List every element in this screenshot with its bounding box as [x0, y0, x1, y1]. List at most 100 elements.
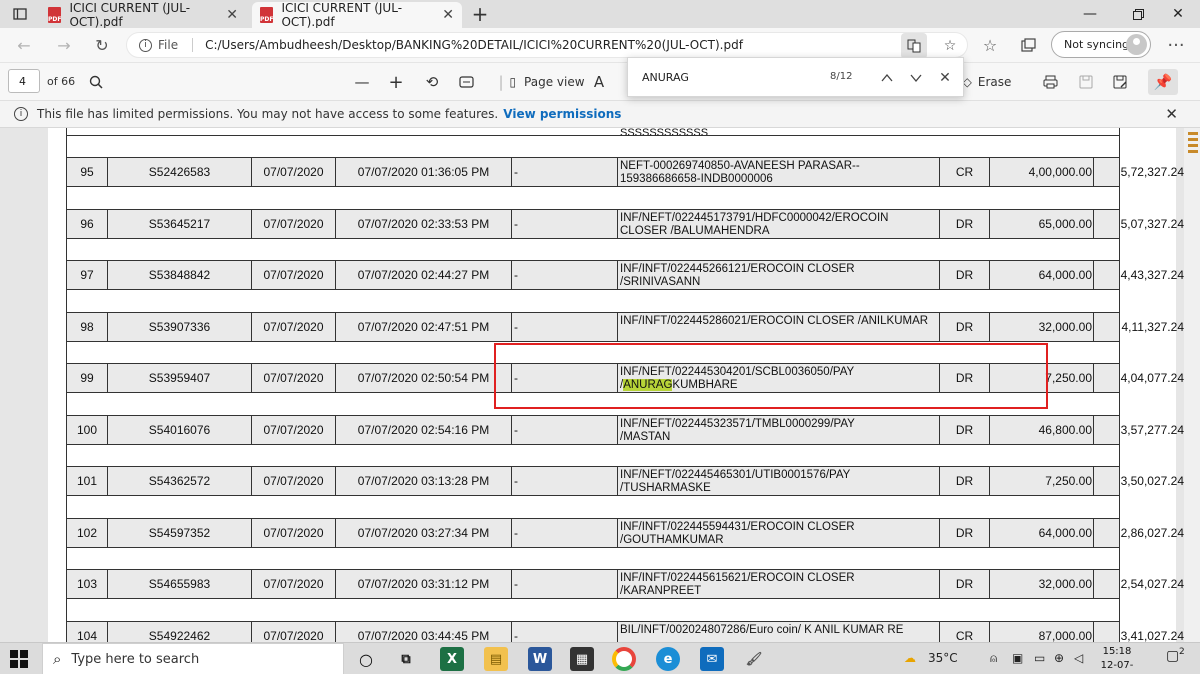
close-tab-icon[interactable]: ✕: [442, 7, 454, 23]
find-input[interactable]: ANURAG: [642, 71, 689, 84]
cortana-icon[interactable]: ○: [354, 647, 378, 671]
profile-sync-button[interactable]: Not syncing: [1051, 31, 1151, 58]
favorites-icon[interactable]: ☆: [976, 31, 1004, 59]
search-icon[interactable]: [84, 69, 108, 95]
minimize-button[interactable]: —: [1068, 0, 1112, 28]
browser-tab-1[interactable]: PDF ICICI CURRENT (JUL-OCT).pdf ✕: [40, 1, 246, 29]
pin-toolbar-icon[interactable]: 📌: [1148, 69, 1178, 95]
paint-icon[interactable]: 🖌: [742, 647, 766, 671]
transaction-id-cell: S53907336: [108, 313, 252, 341]
pdf-file-icon: PDF: [260, 7, 274, 23]
temperature[interactable]: 35°C: [928, 651, 958, 665]
forward-arrow-icon[interactable]: →: [50, 31, 78, 59]
cr-dr-cell: CR: [940, 158, 990, 186]
word-icon[interactable]: W: [528, 647, 552, 671]
erase-button[interactable]: ◇ Erase: [958, 69, 1016, 95]
notification-center-icon[interactable]: ▢: [1166, 648, 1179, 664]
avatar: [1126, 34, 1147, 55]
close-find-icon[interactable]: ✕: [934, 67, 956, 89]
fit-page-icon[interactable]: [454, 69, 478, 95]
battery-icon[interactable]: ▭: [1034, 651, 1045, 665]
address-input[interactable]: i File C:/Users/Ambudheesh/Desktop/BANKI…: [126, 32, 968, 59]
restore-button[interactable]: [1116, 0, 1160, 28]
find-next-icon[interactable]: [905, 67, 927, 89]
cheque-number-cell: -: [512, 210, 618, 238]
weather-icon[interactable]: ☁: [904, 651, 916, 665]
scrollbar-thumb[interactable]: [1186, 132, 1198, 642]
tab-strip: PDF ICICI CURRENT (JUL-OCT).pdf ✕ PDF IC…: [0, 0, 1200, 29]
serial-number-cell: 97: [67, 261, 108, 289]
balance-cell: 2,86,027.24: [1120, 526, 1184, 540]
save-icon[interactable]: [1074, 69, 1098, 95]
amount-cell: 32,000.00: [990, 313, 1094, 341]
task-view-icon[interactable]: ⧉: [394, 647, 418, 671]
clock-time: 15:18: [1102, 646, 1132, 657]
new-tab-button[interactable]: +: [466, 0, 494, 28]
close-window-button[interactable]: ✕: [1156, 0, 1200, 28]
zoom-in-icon[interactable]: +: [384, 69, 408, 95]
read-aloud-icon[interactable]: A: [592, 69, 606, 95]
read-aloud-icon[interactable]: [901, 33, 927, 59]
device-icon[interactable]: ▣: [1012, 651, 1023, 665]
page-number-input[interactable]: 4: [8, 69, 40, 93]
zoom-out-icon[interactable]: —: [350, 69, 374, 95]
cheque-number-cell: -: [512, 313, 618, 341]
clipped-remark-text: SSSSSSSSSSSS: [620, 128, 709, 139]
volume-icon[interactable]: ◁: [1074, 651, 1083, 665]
taskbar-search-input[interactable]: ⌕ Type here to search: [42, 643, 344, 674]
page-view-icon: ▯: [509, 75, 517, 89]
more-menu-icon[interactable]: ···: [1162, 31, 1190, 59]
notification-count: 2: [1179, 647, 1185, 657]
cheque-number-cell: -: [512, 158, 618, 186]
add-favorite-icon[interactable]: ☆: [935, 33, 965, 59]
clock[interactable]: 15:18 12-07-2021: [1092, 645, 1142, 674]
print-icon[interactable]: [1038, 69, 1062, 95]
separator: [192, 38, 194, 52]
remarks-cell: INF/INFT/022445286021/EROCOIN CLOSER /AN…: [618, 313, 940, 341]
mail-icon[interactable]: ✉: [700, 647, 724, 671]
transaction-datetime-cell: 07/07/2020 02:44:27 PM: [336, 261, 512, 289]
view-permissions-link[interactable]: View permissions: [503, 107, 621, 121]
chrome-icon[interactable]: [612, 647, 636, 671]
rotate-icon[interactable]: ⟲: [420, 69, 444, 95]
serial-number-cell: 98: [67, 313, 108, 341]
value-date-cell: 07/07/2020: [252, 467, 336, 495]
people-icon[interactable]: ⍝: [990, 651, 997, 666]
amount-cell: 64,000.00: [990, 261, 1094, 289]
tab-actions-icon[interactable]: [6, 0, 34, 28]
page-view-button[interactable]: ▯ Page view: [504, 69, 590, 95]
address-bar-row: ← → ↻ i File C:/Users/Ambudheesh/Desktop…: [0, 28, 1200, 62]
edge-icon[interactable]: e: [656, 647, 680, 671]
browser-tab-2[interactable]: PDF ICICI CURRENT (JUL-OCT).pdf ✕: [252, 1, 462, 29]
amount-cell: 64,000.00: [990, 519, 1094, 547]
pdf-toolbar: 4 of 66 — + ⟲ | ▯ Page view A ◇ Erase 📌: [0, 62, 1200, 100]
remarks-cell: INF/NEFT/022445173791/HDFC0000042/EROCOI…: [618, 210, 940, 238]
transaction-datetime-cell: 07/07/2020 02:50:54 PM: [336, 364, 512, 392]
search-placeholder: Type here to search: [71, 651, 200, 667]
table-row: 101 S54362572 07/07/2020 07/07/2020 03:13:2…: [66, 466, 1184, 496]
transaction-datetime-cell: 07/07/2020 02:47:51 PM: [336, 313, 512, 341]
close-tab-icon[interactable]: ✕: [226, 7, 238, 23]
excel-icon[interactable]: X: [440, 647, 464, 671]
pdf-viewer[interactable]: SSSSSSSSSSSS 95 S52426583 07/07/2020 07/07/2…: [0, 128, 1184, 642]
network-icon[interactable]: ⊕: [1054, 651, 1064, 665]
serial-number-cell: 103: [67, 570, 108, 598]
transaction-id-cell: S54922462: [108, 622, 252, 642]
back-arrow-icon[interactable]: ←: [10, 31, 38, 59]
find-previous-icon[interactable]: [876, 67, 898, 89]
table-row: 97 S53848842 07/07/2020 07/07/2020 02:44:27…: [66, 260, 1184, 290]
save-as-icon[interactable]: [1108, 69, 1132, 95]
windows-start-icon[interactable]: [10, 650, 28, 668]
close-infobar-icon[interactable]: ✕: [1165, 105, 1178, 123]
windows-taskbar: ⌕ Type here to search ○ ⧉ X ▤ W ▦ e ✉ 🖌 …: [0, 642, 1200, 674]
balance-cell: 5,07,327.24: [1120, 217, 1184, 231]
collections-icon[interactable]: [1014, 31, 1042, 59]
store-icon[interactable]: ▦: [570, 647, 594, 671]
cr-dr-cell: DR: [940, 416, 990, 444]
info-icon[interactable]: i: [139, 38, 152, 52]
row-gap: [66, 599, 1120, 621]
refresh-icon[interactable]: ↻: [88, 31, 116, 59]
balance-cell: 3,50,027.24: [1120, 474, 1184, 488]
remarks-cell: INF/INFT/022445266121/EROCOIN CLOSER /SR…: [618, 261, 940, 289]
file-explorer-icon[interactable]: ▤: [484, 647, 508, 671]
